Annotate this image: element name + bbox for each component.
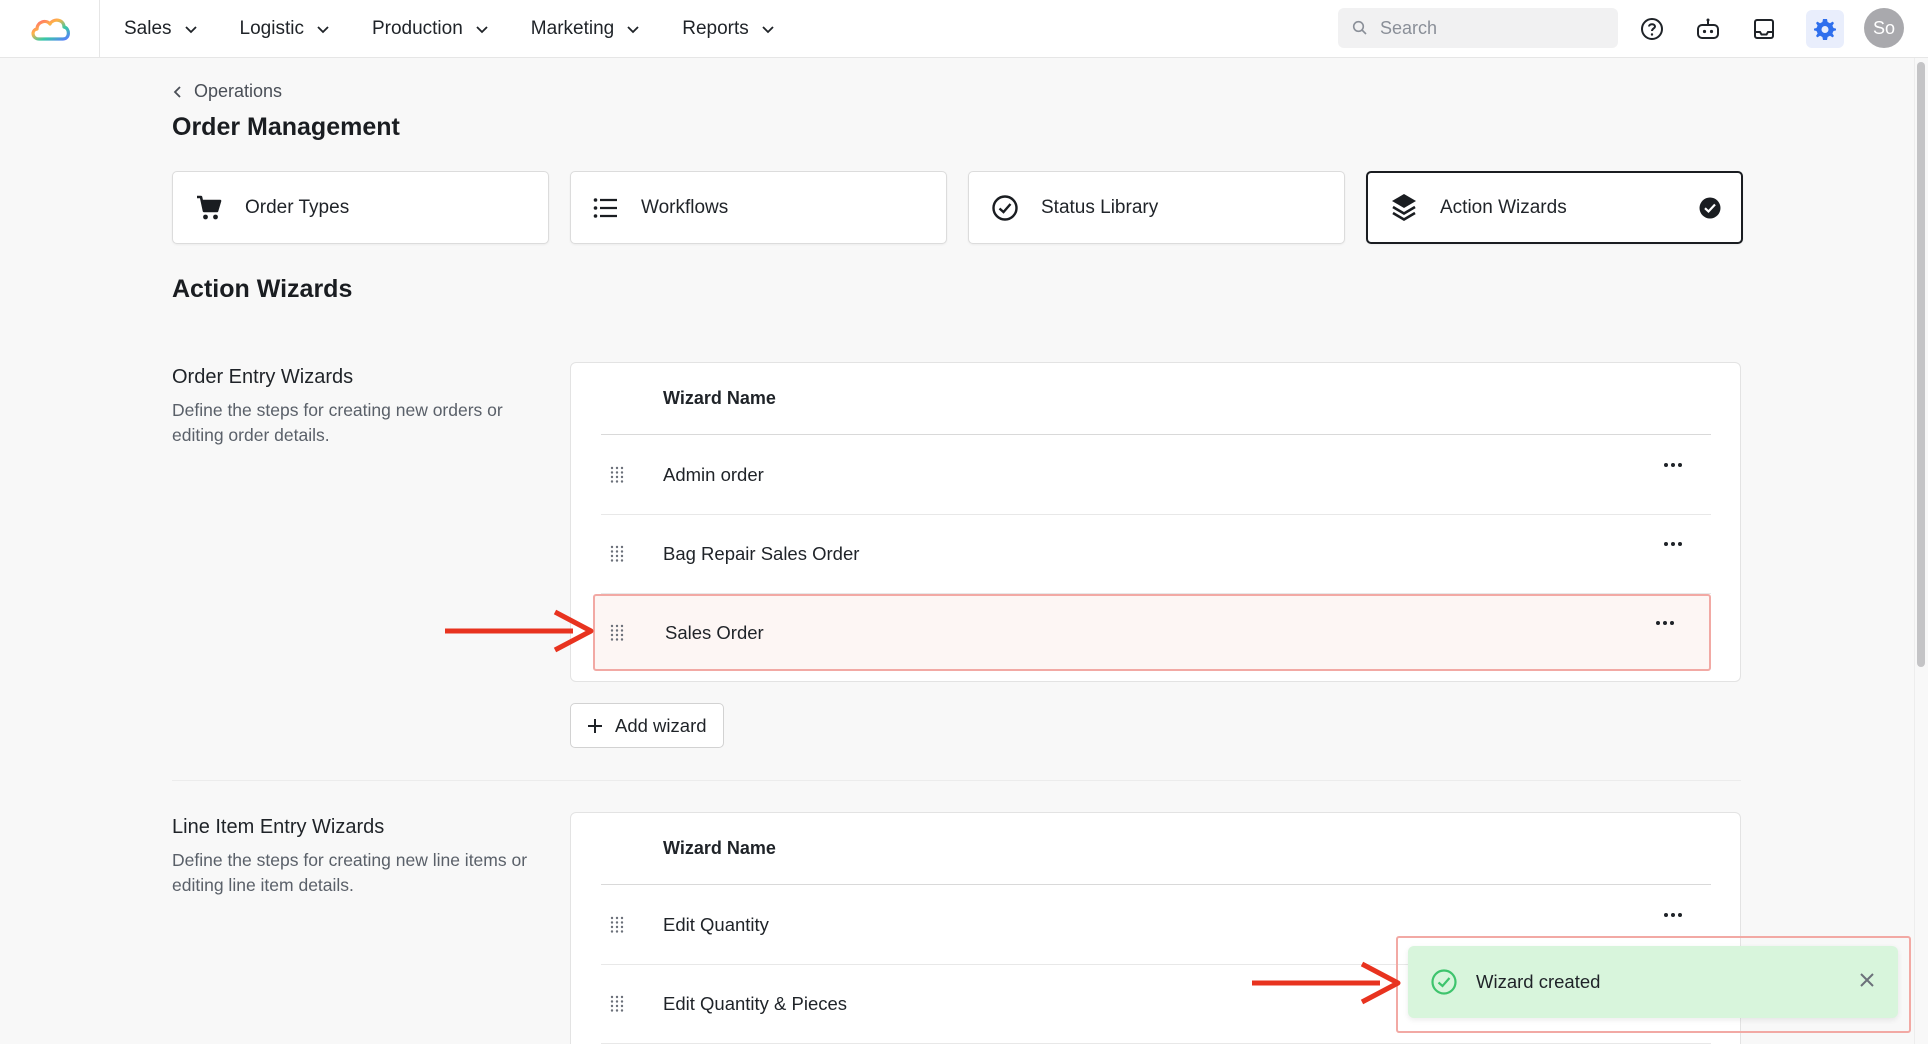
section-heading: Action Wizards xyxy=(172,275,353,303)
top-navigation-bar: Sales Logistic Production Marketing Repo… xyxy=(0,0,1928,58)
help-icon xyxy=(1641,18,1663,40)
card-action-wizards[interactable]: Action Wizards xyxy=(1366,171,1743,244)
wizard-name[interactable]: Edit Quantity xyxy=(663,914,769,936)
chevron-down-icon xyxy=(627,25,639,33)
nav-item-label: Reports xyxy=(682,17,749,39)
nav-item-sales[interactable]: Sales xyxy=(124,18,198,40)
drag-handle[interactable] xyxy=(601,545,663,563)
nav-item-label: Marketing xyxy=(530,17,615,39)
drag-handle[interactable] xyxy=(601,995,663,1013)
annotation-arrow-icon xyxy=(445,609,594,653)
card-label: Workflows xyxy=(641,196,729,218)
inbox-button[interactable] xyxy=(1750,15,1778,43)
drag-handle-icon xyxy=(610,916,624,933)
nav-item-marketing[interactable]: Marketing xyxy=(531,18,640,40)
toast-notification: Wizard created xyxy=(1408,946,1898,1018)
main-menu: Sales Logistic Production Marketing Repo… xyxy=(124,18,775,40)
wizard-name[interactable]: Bag Repair Sales Order xyxy=(663,543,859,565)
user-avatar[interactable]: So xyxy=(1864,8,1904,48)
check-circle-icon xyxy=(992,194,1018,221)
robot-icon xyxy=(1697,18,1719,39)
breadcrumb-label: Operations xyxy=(194,81,283,101)
drag-handle[interactable] xyxy=(595,624,665,642)
search-box[interactable] xyxy=(1338,8,1618,48)
drag-handle-icon xyxy=(610,466,624,483)
table-row[interactable]: Bag Repair Sales Order xyxy=(601,515,1711,594)
section-divider xyxy=(172,780,1741,781)
cart-icon xyxy=(197,195,222,219)
avatar-initials: So xyxy=(1872,17,1896,38)
add-wizard-button[interactable]: Add wizard xyxy=(570,703,724,748)
close-icon[interactable] xyxy=(1858,971,1876,989)
selected-check-icon xyxy=(1699,197,1721,219)
list-icon xyxy=(593,197,617,218)
scrollbar-thumb[interactable] xyxy=(1917,62,1925,667)
card-workflows[interactable]: Workflows xyxy=(570,171,947,244)
drag-handle[interactable] xyxy=(601,466,663,484)
wizard-name[interactable]: Edit Quantity & Pieces xyxy=(663,993,847,1015)
line-item-entry-title: Line Item Entry Wizards xyxy=(172,816,385,838)
breadcrumb[interactable]: Operations xyxy=(172,81,282,102)
plus-icon xyxy=(588,718,602,733)
wizard-name[interactable]: Admin order xyxy=(663,464,764,486)
gear-icon xyxy=(1814,19,1836,40)
top-icon-group xyxy=(1638,0,1844,58)
order-entry-title: Order Entry Wizards xyxy=(172,366,354,388)
table-row[interactable]: Admin order xyxy=(601,436,1711,515)
nav-item-reports[interactable]: Reports xyxy=(682,18,775,40)
drag-handle-icon xyxy=(610,624,624,641)
card-label: Status Library xyxy=(1041,196,1159,218)
card-label: Order Types xyxy=(245,196,350,218)
nav-item-logistic[interactable]: Logistic xyxy=(240,18,330,40)
logo-container[interactable] xyxy=(0,0,100,58)
page-title: Order Management xyxy=(172,113,400,141)
assistant-button[interactable] xyxy=(1694,15,1722,43)
column-header-wizard-name: Wizard Name xyxy=(663,388,776,408)
settings-cards: Order Types Workflows Status Library Act… xyxy=(172,171,1743,244)
table-header: Wizard Name xyxy=(601,363,1711,435)
annotation-arrow-icon xyxy=(1252,961,1401,1005)
table-row-highlighted[interactable]: Sales Order xyxy=(593,594,1711,671)
more-options-icon[interactable] xyxy=(1655,620,1675,626)
add-wizard-label: Add wizard xyxy=(615,714,707,736)
nav-item-label: Sales xyxy=(124,17,172,39)
success-check-icon xyxy=(1431,969,1457,995)
more-options-icon[interactable] xyxy=(1663,912,1683,918)
settings-button[interactable] xyxy=(1806,10,1844,48)
card-label: Action Wizards xyxy=(1440,196,1567,218)
more-options-icon[interactable] xyxy=(1663,541,1683,547)
line-item-entry-description: Define the steps for creating new line i… xyxy=(172,850,528,895)
card-status-library[interactable]: Status Library xyxy=(968,171,1345,244)
column-header-wizard-name: Wizard Name xyxy=(663,838,776,858)
order-entry-table: Wizard Name Admin order Bag Repair Sales… xyxy=(570,362,1741,682)
nav-item-label: Production xyxy=(371,17,463,39)
chevron-down-icon xyxy=(762,25,774,33)
inbox-icon xyxy=(1754,19,1774,39)
help-button[interactable] xyxy=(1638,15,1666,43)
chevron-down-icon xyxy=(476,25,488,33)
drag-handle[interactable] xyxy=(601,916,663,934)
search-icon xyxy=(1352,20,1367,35)
layers-icon xyxy=(1392,193,1416,221)
nav-item-production[interactable]: Production xyxy=(372,18,489,40)
chevron-down-icon xyxy=(317,25,329,33)
drag-handle-icon xyxy=(610,545,624,562)
nav-item-label: Logistic xyxy=(239,17,304,39)
cloud-logo-icon xyxy=(31,18,70,41)
order-entry-description: Define the steps for creating new orders… xyxy=(172,400,503,445)
chevron-down-icon xyxy=(184,25,197,33)
wizard-name[interactable]: Sales Order xyxy=(665,622,764,644)
toast-message: Wizard created xyxy=(1476,971,1601,992)
search-input[interactable] xyxy=(1380,17,1600,39)
drag-handle-icon xyxy=(610,995,624,1012)
table-header: Wizard Name xyxy=(601,813,1711,885)
chevron-left-icon xyxy=(173,85,181,98)
card-order-types[interactable]: Order Types xyxy=(172,171,549,244)
more-options-icon[interactable] xyxy=(1663,462,1683,468)
